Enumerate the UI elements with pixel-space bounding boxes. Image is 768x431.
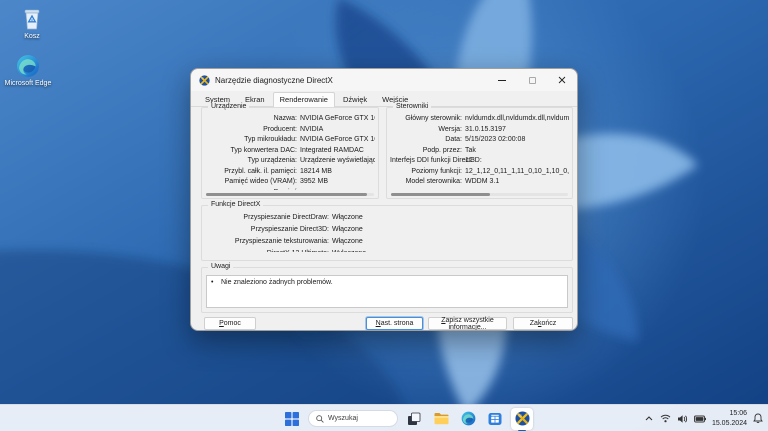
device-row: Typ mikroukładu:NVIDIA GeForce GTX 1650	[244, 136, 375, 143]
feature-row: DirectX 12 Ultimate:Wyłączone	[205, 248, 569, 252]
drivers-horizontal-scrollbar[interactable]	[391, 193, 568, 196]
microsoft-store-button[interactable]	[484, 408, 506, 430]
windows-start-icon	[285, 411, 299, 426]
scrollbar-thumb[interactable]	[206, 193, 368, 196]
device-rows: Nazwa:NVIDIA GeForce GTX 1650 Producent:…	[205, 114, 375, 190]
notes-listbox[interactable]: • Nie znaleziono żadnych problemów.	[206, 275, 568, 308]
device-horizontal-scrollbar[interactable]	[206, 193, 374, 196]
device-row: Typ urządzenia:Urządzenie wyświetlające …	[247, 157, 375, 164]
search-icon	[316, 414, 324, 423]
taskbar-center: Wyszukaj	[281, 405, 533, 431]
dxdiag-window: Narzędzie diagnostyczne DirectX System E…	[190, 68, 578, 331]
search-input[interactable]: Wyszukaj	[308, 410, 398, 427]
file-explorer-button[interactable]	[430, 408, 452, 430]
chevron-up-icon[interactable]	[644, 414, 654, 423]
device-row: Typ konwertera DAC: Integrated RAMDAC	[230, 146, 364, 154]
drivers-group-title: Sterowniki	[393, 103, 432, 110]
driver-row: Interfejs DDI funkcji Direct3D: 12	[390, 157, 482, 164]
volume-icon[interactable]	[677, 414, 688, 424]
edge-button[interactable]	[457, 408, 479, 430]
edge-icon	[17, 55, 39, 77]
device-row: Pamięć	[205, 188, 375, 191]
notification-bell-icon[interactable]	[753, 413, 763, 424]
wifi-icon[interactable]	[660, 414, 671, 423]
tab-dzwiek[interactable]: Dźwięk	[336, 92, 374, 107]
note-item: • Nie znaleziono żadnych problemów.	[211, 278, 563, 288]
dialog-button-row: Pomoc Nast. strona Zapisz wszystkie info…	[191, 317, 577, 330]
driver-row: Podp. przez: Tak	[422, 146, 476, 154]
bullet-icon: •	[211, 279, 214, 286]
desktop-icon-label: Kosz	[24, 33, 40, 40]
edge-taskbar-icon	[461, 411, 475, 426]
device-row: Producent: NVIDIA	[263, 125, 324, 133]
notes-group-title: Uwagi	[208, 263, 234, 270]
next-page-button[interactable]: Nast. strona	[366, 317, 423, 330]
feature-row: Przyspieszanie teksturowania: Włączone	[234, 238, 363, 245]
close-icon	[558, 76, 566, 84]
microsoft-store-icon	[488, 412, 502, 425]
feature-row: Przyspieszanie DirectDraw: Włączone	[243, 214, 363, 221]
exit-button[interactable]: Zakończ	[513, 317, 573, 330]
device-group-title: Urządzenie	[208, 103, 250, 110]
driver-row: Data: 5/15/2023 02:00:08	[445, 136, 526, 143]
close-button[interactable]	[547, 69, 577, 91]
dxdiag-taskbar-icon	[514, 411, 530, 426]
minimize-button[interactable]	[487, 69, 517, 91]
file-explorer-icon	[434, 413, 448, 425]
clock-time: 15:06	[729, 410, 747, 418]
task-view-button[interactable]	[403, 408, 425, 430]
dxdiag-app-icon	[199, 74, 210, 86]
save-all-information-button[interactable]: Zapisz wszystkie informacje...	[428, 317, 507, 330]
driver-row: Wersja: 31.0.15.3197	[438, 125, 506, 133]
taskbar: Wyszukaj 15:06 15.05.2024	[0, 404, 768, 431]
maximize-button[interactable]	[517, 69, 547, 91]
maximize-icon	[528, 76, 536, 84]
window-titlebar[interactable]: Narzędzie diagnostyczne DirectX	[191, 69, 577, 91]
window-title: Narzędzie diagnostyczne DirectX	[215, 75, 333, 85]
feature-row: Przyspieszanie Direct3D: Włączone	[250, 226, 363, 233]
notes-group: Uwagi • Nie znaleziono żadnych problemów…	[201, 263, 573, 313]
task-view-icon	[408, 412, 421, 425]
device-row: Nazwa:NVIDIA GeForce GTX 1650	[273, 115, 375, 122]
taskbar-clock[interactable]: 15:06 15.05.2024	[712, 409, 747, 427]
device-row: Pamięć wideo (VRAM): 3952 MB	[224, 178, 329, 185]
drivers-group: Sterowniki Główny sterownik: nvldumdx.dll…	[386, 103, 573, 199]
driver-row: Model sterownika: WDDM 3.1	[405, 178, 500, 185]
desktop-icon-recycle-bin[interactable]: Kosz	[4, 7, 60, 41]
minimize-icon	[498, 79, 506, 81]
driver-row: Główny sterownik: nvldumdx.dll,nvldumdx.d…	[405, 115, 569, 122]
search-placeholder: Wyszukaj	[328, 415, 358, 422]
drivers-rows: Główny sterownik: nvldumdx.dll,nvldumdx.d…	[390, 114, 569, 190]
driver-row: Poziomy funkcji: 12_1,12_0,11_1,11_0,10_1…	[411, 167, 569, 175]
dxdiag-taskbar-button[interactable]	[511, 407, 533, 431]
desktop-icon-microsoft-edge[interactable]: Microsoft Edge	[0, 54, 56, 88]
system-tray: 15:06 15.05.2024	[644, 405, 763, 431]
clock-date: 15.05.2024	[711, 419, 747, 427]
directx-features-group: Funkcje DirectX Przyspieszanie DirectDra…	[201, 201, 573, 261]
tab-renderowanie[interactable]: Renderowanie	[272, 92, 335, 107]
recycle-bin-icon	[24, 9, 40, 30]
desktop: Kosz Microsoft Edge Narzędzie diagnostyc…	[0, 0, 768, 431]
help-button[interactable]: Pomoc	[204, 317, 256, 330]
note-text: Nie znaleziono żadnych problemów.	[221, 279, 333, 286]
scrollbar-thumb[interactable]	[391, 193, 491, 196]
battery-icon[interactable]	[694, 415, 706, 423]
features-rows: Przyspieszanie DirectDraw: Włączone Przys…	[205, 212, 569, 252]
features-group-title: Funkcje DirectX	[208, 201, 264, 208]
device-group: Urządzenie Nazwa:NVIDIA GeForce GTX 1650…	[201, 103, 379, 199]
device-row: Przybl. całk. il. pamięci: 18214 MB	[224, 167, 332, 175]
desktop-icon-label: Microsoft Edge	[4, 80, 52, 87]
start-button[interactable]	[281, 408, 303, 430]
